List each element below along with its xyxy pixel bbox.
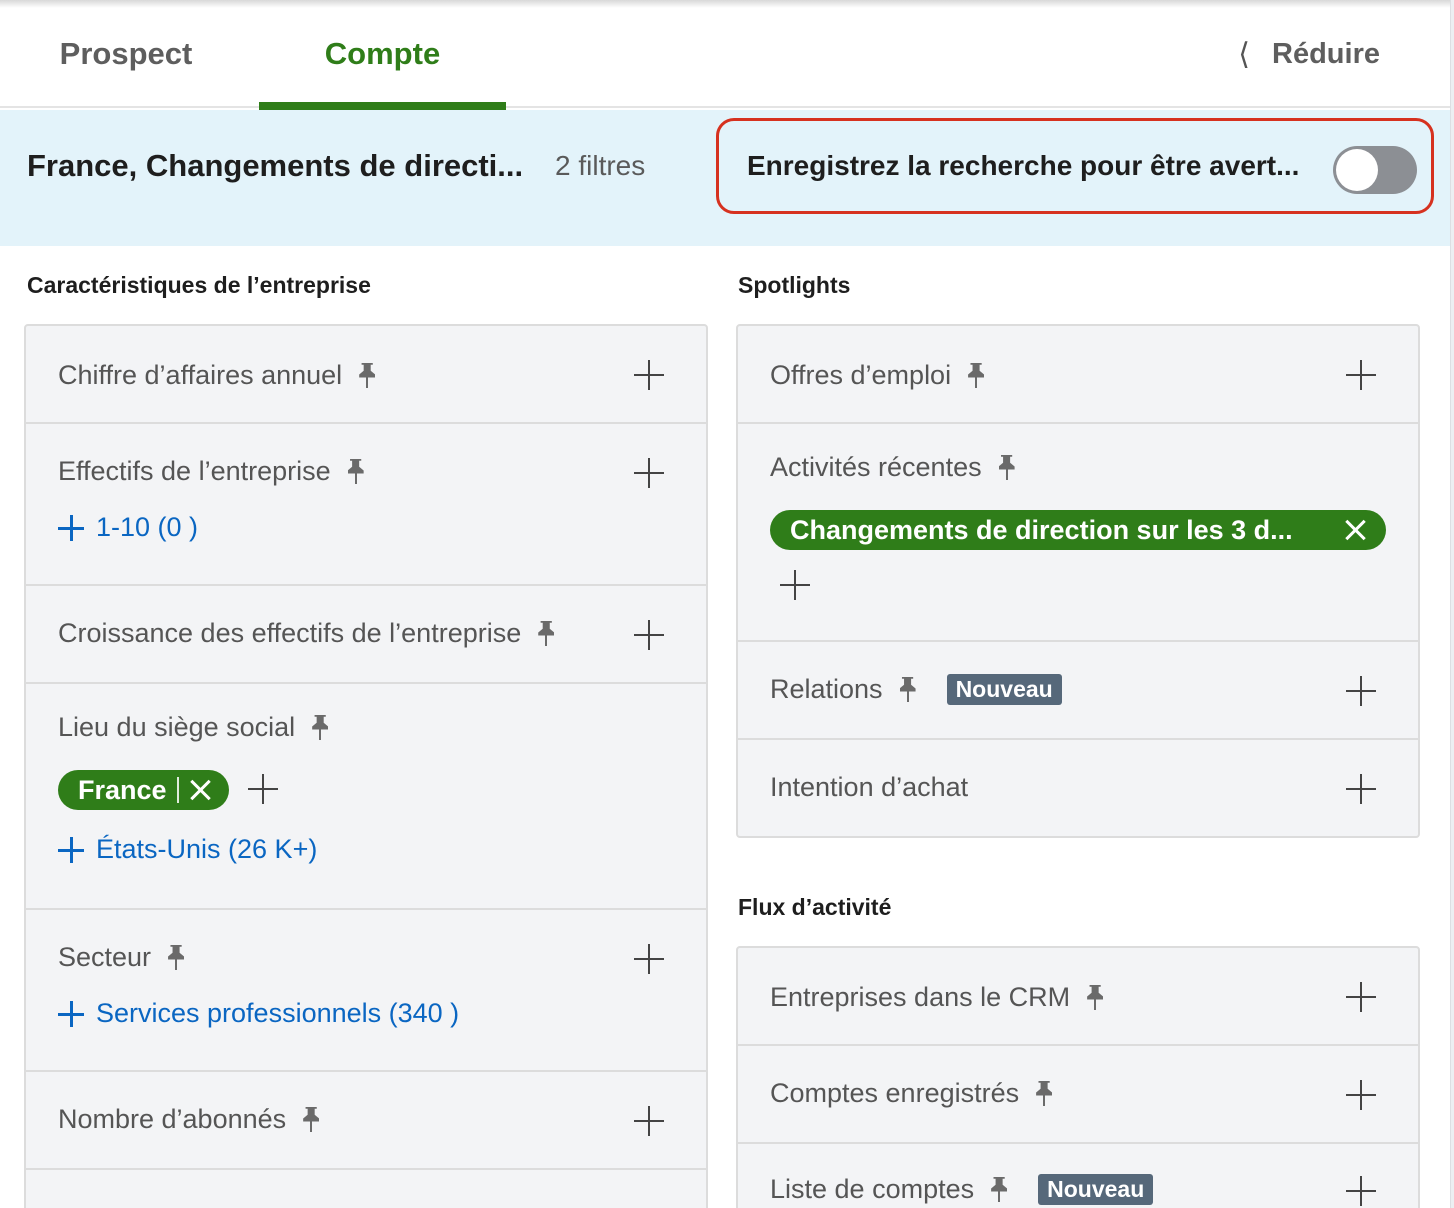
pin-icon[interactable] <box>1084 985 1106 1011</box>
save-search-toggle[interactable] <box>1333 146 1417 194</box>
close-icon[interactable] <box>189 779 211 801</box>
save-search-label: Enregistrez la recherche pour être avert… <box>747 150 1300 181</box>
pin-icon[interactable] <box>345 459 367 485</box>
filter-row-revenue[interactable]: Chiffre d’affaires annuel <box>26 326 706 424</box>
add-filter-icon[interactable] <box>634 360 664 390</box>
filter-row-hq[interactable]: Lieu du siège social France États-Unis (… <box>26 684 706 910</box>
filter-label: Intention d’achat <box>770 772 969 802</box>
filter-row-crm[interactable]: Entreprises dans le CRM <box>738 948 1418 1046</box>
pin-icon[interactable] <box>356 363 378 389</box>
filter-label: Relations <box>770 674 883 704</box>
plus-icon <box>58 514 84 541</box>
pin-icon[interactable] <box>165 945 187 971</box>
activity-flux-panel: Entreprises dans le CRM Comptes enregist… <box>736 946 1420 1208</box>
pin-icon[interactable] <box>309 715 331 741</box>
search-summary-title[interactable]: France, Changements de directi... <box>27 110 523 222</box>
plus-icon <box>58 1000 84 1027</box>
suggestion-hq[interactable]: États-Unis (26 K+) <box>58 834 317 865</box>
scrollbar-track[interactable] <box>1450 0 1454 1208</box>
collapse-label: Réduire <box>1272 37 1380 70</box>
add-filter-icon[interactable] <box>1346 774 1376 804</box>
add-filter-icon[interactable] <box>634 458 664 488</box>
tab-bar: Prospect Compte ⟨ Réduire <box>0 0 1450 110</box>
filter-label: Activités récentes <box>770 452 982 482</box>
section-heading-company: Caractéristiques de l’entreprise <box>27 272 371 298</box>
new-badge: Nouveau <box>1038 1174 1154 1205</box>
filter-label: Croissance des effectifs de l’entreprise <box>58 618 522 648</box>
section-heading-spotlights: Spotlights <box>738 272 851 298</box>
filter-row-saved-accounts[interactable]: Comptes enregistrés <box>738 1046 1418 1144</box>
filter-label: Nombre d’abonnés <box>58 1104 287 1134</box>
filter-row-account-lists[interactable]: Liste de comptes Nouveau <box>738 1144 1418 1208</box>
filter-row-headcount[interactable]: Effectifs de l’entreprise 1-10 (0 ) <box>26 424 706 586</box>
toggle-knob <box>1336 149 1378 191</box>
add-filter-icon[interactable] <box>248 774 278 804</box>
pin-icon[interactable] <box>1033 1081 1055 1107</box>
pin-icon[interactable] <box>897 677 919 703</box>
add-filter-icon[interactable] <box>634 1106 664 1136</box>
suggestion-label: 1-10 (0 ) <box>96 512 199 542</box>
filter-label: Lieu du siège social <box>58 712 296 742</box>
new-badge: Nouveau <box>946 674 1062 705</box>
collapse-button[interactable]: ⟨ Réduire <box>1238 0 1380 108</box>
add-filter-icon[interactable] <box>1346 1080 1376 1110</box>
filter-row-jobs[interactable]: Offres d’emploi <box>738 326 1418 424</box>
add-filter-icon[interactable] <box>634 944 664 974</box>
add-filter-icon[interactable] <box>1346 676 1376 706</box>
filter-label: Secteur <box>58 942 152 972</box>
filter-row-sector[interactable]: Secteur Services professionnels (340 ) <box>26 910 706 1072</box>
suggestion-headcount[interactable]: 1-10 (0 ) <box>58 512 198 543</box>
filter-row-next[interactable] <box>26 1170 706 1208</box>
filter-label: Entreprises dans le CRM <box>770 982 1071 1012</box>
filter-label: Liste de comptes <box>770 1174 975 1204</box>
add-filter-icon[interactable] <box>1346 982 1376 1012</box>
pin-icon[interactable] <box>965 363 987 389</box>
add-filter-icon[interactable] <box>1346 360 1376 390</box>
close-icon[interactable] <box>1344 519 1366 541</box>
filter-count: 2 filtres <box>555 150 646 181</box>
selected-filter-chip-leadership[interactable]: Changements de direction sur les 3 d... <box>770 510 1386 550</box>
suggestion-label: Services professionnels (340 ) <box>96 998 460 1028</box>
tab-prospect[interactable]: Prospect <box>0 0 252 108</box>
save-search-box: Enregistrez la recherche pour être avert… <box>716 118 1434 214</box>
filter-row-followers[interactable]: Nombre d’abonnés <box>26 1072 706 1170</box>
chip-label: Changements de direction sur les 3 d... <box>790 514 1293 545</box>
pin-icon[interactable] <box>535 621 557 647</box>
filter-label: Comptes enregistrés <box>770 1078 1020 1108</box>
suggestion-label: États-Unis (26 K+) <box>96 834 318 864</box>
chip-label: France <box>78 774 167 805</box>
pin-icon[interactable] <box>996 455 1018 481</box>
chip-divider <box>176 777 179 803</box>
filter-row-growth[interactable]: Croissance des effectifs de l’entreprise <box>26 586 706 684</box>
add-filter-icon[interactable] <box>780 570 810 600</box>
filter-row-relations[interactable]: Relations Nouveau <box>738 642 1418 740</box>
filter-row-intent[interactable]: Intention d’achat <box>738 740 1418 836</box>
chevron-left-icon: ⟨ <box>1238 37 1251 71</box>
plus-icon <box>58 836 84 863</box>
company-filters-panel: Chiffre d’affaires annuel Effectifs de l… <box>24 324 708 1208</box>
pin-icon[interactable] <box>300 1107 322 1133</box>
selected-filter-chip-france[interactable]: France <box>58 770 229 810</box>
suggestion-sector[interactable]: Services professionnels (340 ) <box>58 998 459 1029</box>
filter-row-recent-activity[interactable]: Activités récentes Changements de direct… <box>738 424 1418 642</box>
filter-label: Effectifs de l’entreprise <box>58 456 331 486</box>
pin-icon[interactable] <box>988 1177 1010 1203</box>
search-summary-banner: France, Changements de directi... 2 filt… <box>0 110 1450 246</box>
filter-label: Chiffre d’affaires annuel <box>58 360 343 390</box>
spotlights-panel: Offres d’emploi Activités récentes Chang… <box>736 324 1420 838</box>
section-heading-activity-flux: Flux d’activité <box>738 894 892 920</box>
tab-compte[interactable]: Compte <box>259 0 506 110</box>
add-filter-icon[interactable] <box>1346 1176 1376 1206</box>
add-filter-icon[interactable] <box>634 620 664 650</box>
filter-label: Offres d’emploi <box>770 360 952 390</box>
